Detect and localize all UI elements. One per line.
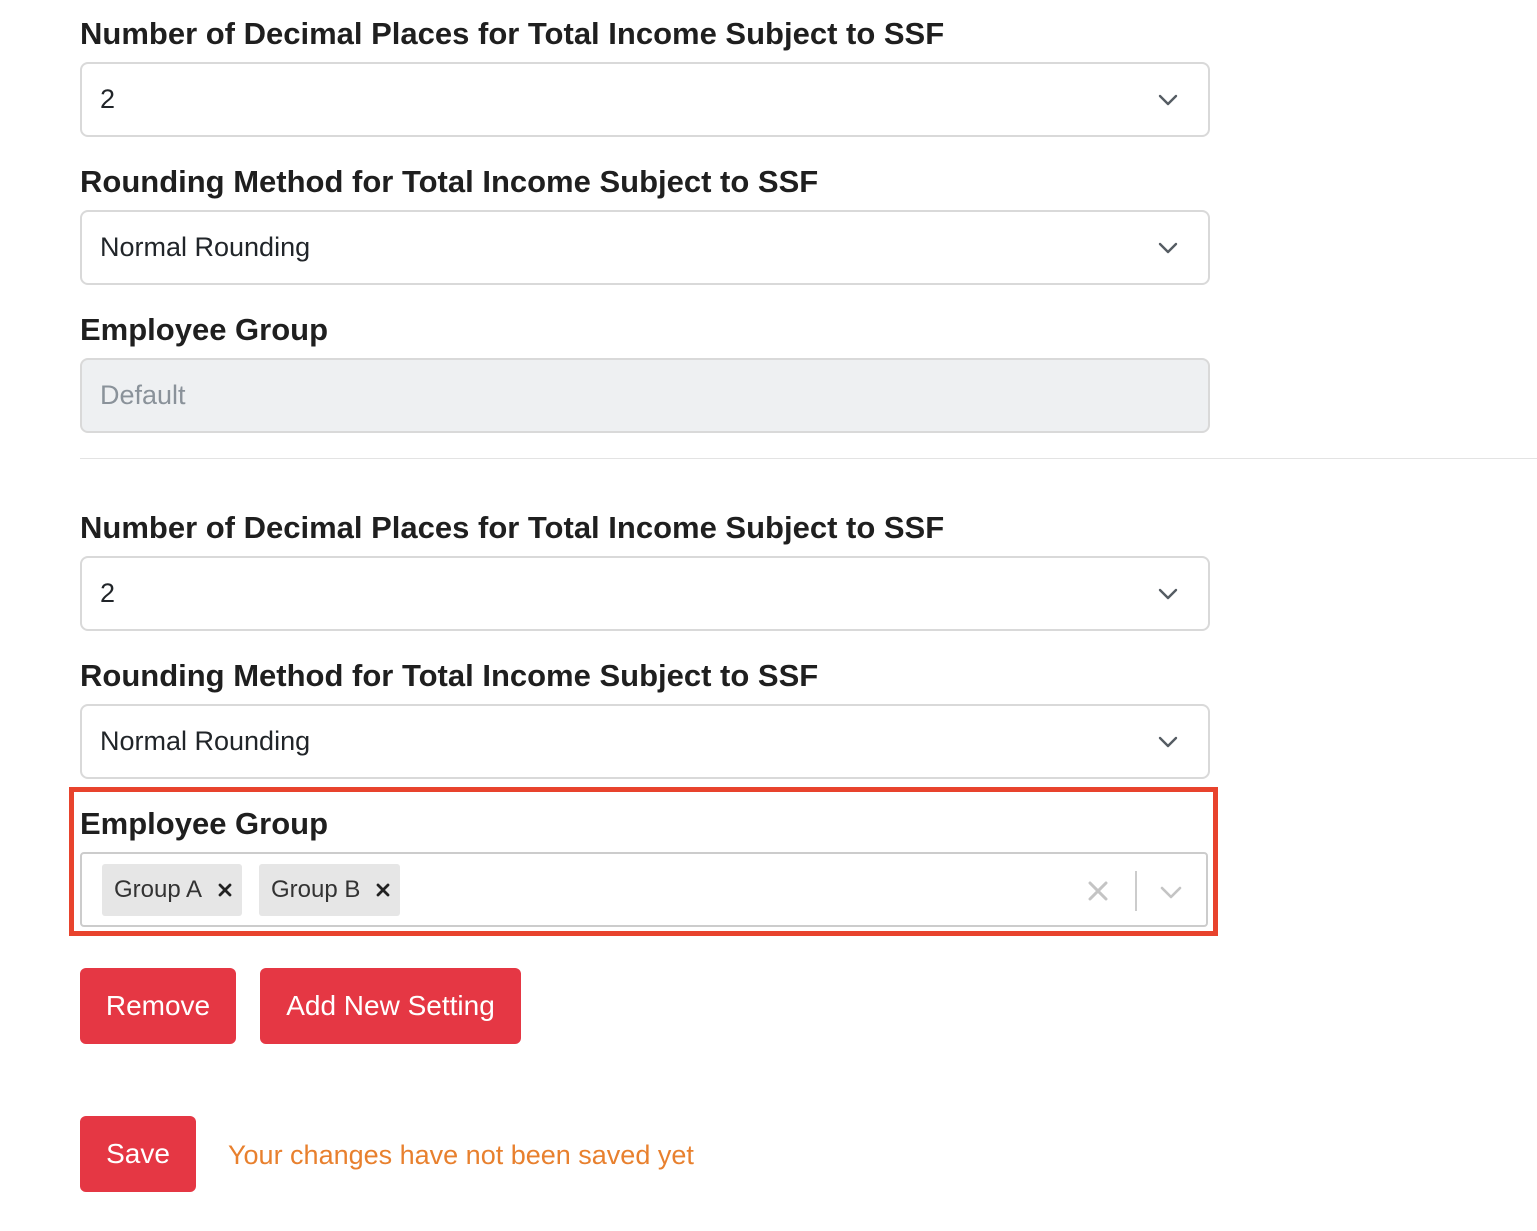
rounding-method-select[interactable]: Normal Rounding xyxy=(80,704,1210,779)
chevron-down-icon xyxy=(1158,242,1178,254)
chevron-down-icon[interactable] xyxy=(1158,879,1184,905)
remove-button[interactable]: Remove xyxy=(80,968,236,1044)
chevron-down-icon xyxy=(1158,588,1178,600)
decimal-places-select[interactable]: 2 xyxy=(80,62,1210,137)
save-button[interactable]: Save xyxy=(80,1116,196,1192)
settings-page: Number of Decimal Places for Total Incom… xyxy=(0,0,1537,1231)
group-chip-label: Group A xyxy=(114,876,203,903)
employee-group-label: Employee Group xyxy=(80,806,329,841)
decimal-places-value: 2 xyxy=(100,578,116,608)
indicator-separator xyxy=(1135,871,1137,911)
employee-group-field-disabled: Default xyxy=(80,358,1210,433)
decimal-places-label: Number of Decimal Places for Total Incom… xyxy=(80,510,945,545)
close-icon xyxy=(376,883,390,897)
group-chip: Group A xyxy=(102,864,243,916)
employee-group-multiselect[interactable]: Group A Group B xyxy=(80,852,1208,927)
chevron-down-icon xyxy=(1158,94,1178,106)
rounding-method-value: Normal Rounding xyxy=(100,726,311,756)
group-chip: Group B xyxy=(259,864,401,916)
chip-remove-button[interactable] xyxy=(208,864,242,916)
chip-remove-button[interactable] xyxy=(366,864,400,916)
add-new-setting-button[interactable]: Add New Setting xyxy=(260,968,521,1044)
group-chip-label: Group B xyxy=(271,876,361,903)
employee-group-value: Default xyxy=(100,380,186,410)
section-divider xyxy=(80,458,1537,459)
rounding-method-label: Rounding Method for Total Income Subject… xyxy=(80,164,819,199)
rounding-method-label: Rounding Method for Total Income Subject… xyxy=(80,658,819,693)
employee-group-label: Employee Group xyxy=(80,312,329,347)
rounding-method-select[interactable]: Normal Rounding xyxy=(80,210,1210,285)
chevron-down-icon xyxy=(1158,736,1178,748)
unsaved-changes-message: Your changes have not been saved yet xyxy=(228,1140,694,1170)
decimal-places-label: Number of Decimal Places for Total Incom… xyxy=(80,16,945,51)
close-icon xyxy=(218,883,232,897)
decimal-places-select[interactable]: 2 xyxy=(80,556,1210,631)
decimal-places-value: 2 xyxy=(100,84,116,114)
clear-icon[interactable] xyxy=(1085,878,1111,904)
rounding-method-value: Normal Rounding xyxy=(100,232,311,262)
